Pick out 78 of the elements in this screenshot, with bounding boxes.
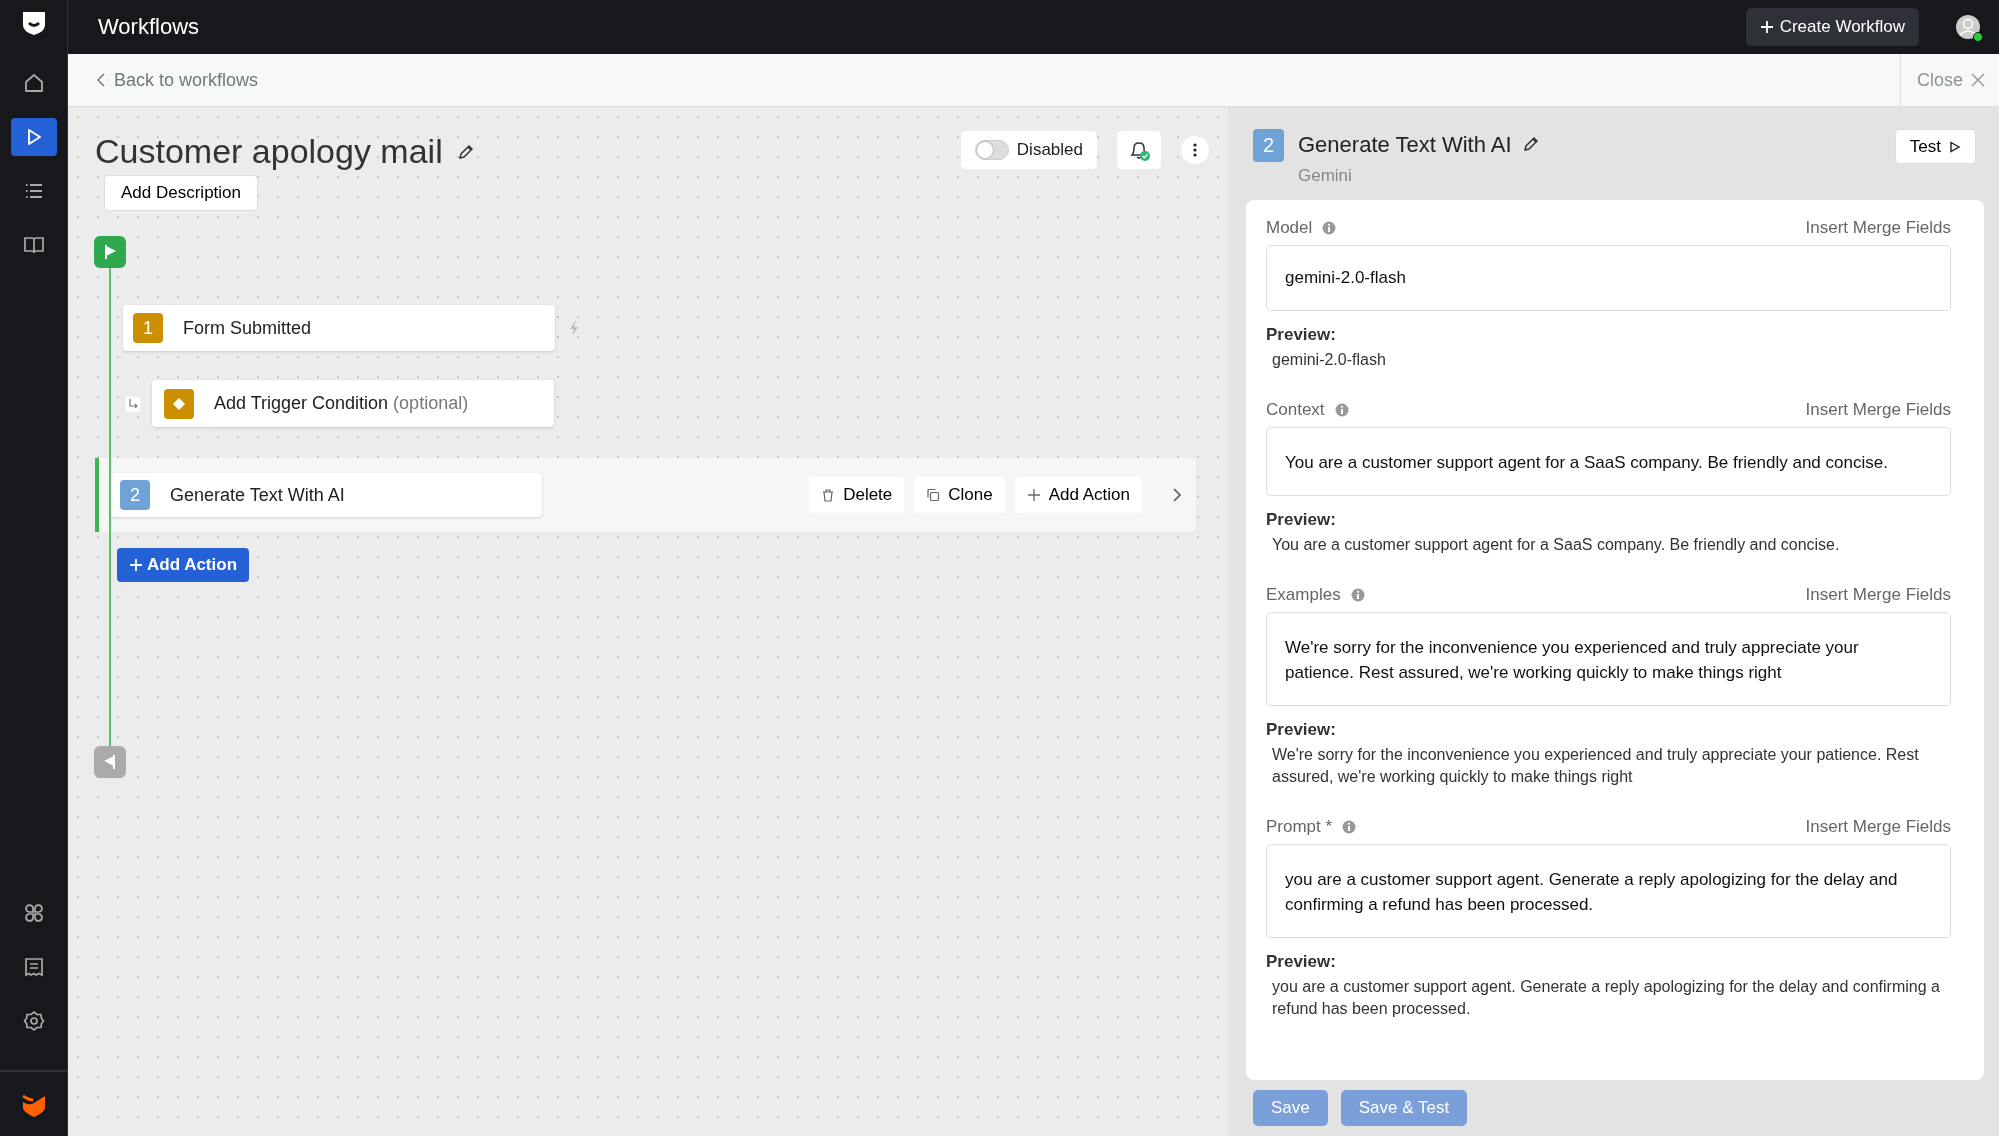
preview-text: We're sorry for the inconvenience you experienced and truly appreciate your patience. Rest assured, we're working quickly to make things right <box>1272 745 1920 787</box>
info-icon[interactable] <box>1334 403 1349 417</box>
info-icon[interactable] <box>1322 221 1337 235</box>
brand-logo-icon <box>20 1092 47 1118</box>
text-input-field[interactable]: gemini-2.0-flash <box>1266 245 1951 311</box>
chevron-right-icon <box>1172 487 1182 503</box>
step-number: 2 <box>120 480 150 510</box>
delete-button[interactable]: Delete <box>809 477 905 513</box>
add-description-button[interactable]: Add Description <box>104 175 258 211</box>
trigger-condition-card[interactable]: Add Trigger Condition (optional) <box>152 380 554 427</box>
field-label: Examples <box>1266 585 1341 605</box>
field-label: Prompt * <box>1266 817 1333 837</box>
add-action-button[interactable]: Add Action <box>117 548 250 582</box>
toggle-label: Disabled <box>1016 139 1083 160</box>
flag-icon <box>103 754 117 770</box>
field-label: Model <box>1266 218 1313 238</box>
preview-text: gemini-2.0-flash <box>1272 350 1387 370</box>
lightning-icon <box>568 319 580 337</box>
close-icon <box>1971 73 1985 87</box>
home-icon <box>22 72 45 94</box>
pencil-icon[interactable] <box>456 142 475 161</box>
preview-label: Preview: <box>1266 325 1337 345</box>
online-status-dot <box>1973 32 1983 42</box>
trigger-card[interactable]: 1 Form Submitted <box>123 305 555 351</box>
info-icon[interactable] <box>1342 820 1357 834</box>
chevron-left-icon <box>96 73 106 87</box>
insert-merge-fields-link[interactable]: Insert Merge Fields <box>1805 585 1951 605</box>
status-toggle[interactable]: Disabled <box>960 130 1097 169</box>
preview-label: Preview: <box>1266 952 1337 972</box>
insert-merge-fields-link[interactable]: Insert Merge Fields <box>1805 218 1951 238</box>
workflow-title: Customer apology mail <box>95 132 443 171</box>
flag-icon <box>103 244 117 260</box>
selected-step-row[interactable]: 2 Generate Text With AI Delete Clone Add Action <box>95 458 1196 532</box>
toggle-switch[interactable] <box>974 139 1009 160</box>
receipt-icon <box>22 956 45 978</box>
back-link[interactable]: Back to workflows <box>96 69 259 91</box>
play-icon <box>1949 140 1961 153</box>
test-button[interactable]: Test <box>1894 129 1976 164</box>
create-workflow-button[interactable]: Create Workflow <box>1745 8 1919 46</box>
trash-icon <box>821 488 836 502</box>
text-input-field[interactable]: We're sorry for the inconvenience you experienced and truly appreciate your patience. Rest assured, we're working quickly to make things right <box>1266 612 1951 706</box>
more-options-button[interactable] <box>1181 135 1209 164</box>
more-vertical-icon <box>1193 142 1197 157</box>
settings-icon <box>22 1010 45 1032</box>
step-title: Form Submitted <box>183 317 312 339</box>
clone-button[interactable]: Clone <box>914 477 1005 513</box>
text-input-field[interactable]: You are a customer support agent for a SaaS company. Be friendly and concise. <box>1266 427 1951 496</box>
add-action-button[interactable]: Add Action <box>1014 477 1142 513</box>
text-input-field[interactable]: you are a customer support agent. Generate a reply apologizing for the delay and confirming a refund has been processed. <box>1266 844 1951 938</box>
insert-merge-fields-link[interactable]: Insert Merge Fields <box>1805 817 1951 837</box>
plus-icon <box>1759 20 1774 34</box>
avatar[interactable] <box>1955 14 1981 40</box>
condition-title: Add Trigger Condition (optional) <box>214 393 469 414</box>
preview-label: Preview: <box>1266 720 1337 740</box>
insert-merge-fields-link[interactable]: Insert Merge Fields <box>1805 400 1951 420</box>
panel-title: Generate Text With AI <box>1298 131 1512 158</box>
preview-label: Preview: <box>1266 510 1337 530</box>
preview-text: you are a customer support agent. Generate a reply apologizing for the delay and confirming a refund has been processed. <box>1272 977 1941 1019</box>
step-number: 2 <box>1253 129 1284 162</box>
action-card[interactable]: 2 Generate Text With AI <box>110 473 542 517</box>
pencil-icon[interactable] <box>1521 134 1540 153</box>
field-label: Context <box>1266 400 1325 420</box>
info-icon[interactable] <box>1350 588 1365 602</box>
diamond-icon <box>172 396 186 411</box>
plus-icon <box>1026 488 1041 502</box>
user-silhouette-icon <box>1955 14 1981 40</box>
book-icon <box>22 234 45 256</box>
preview-text: You are a customer support agent for a SaaS company. Be friendly and concise. <box>1272 535 1841 555</box>
apps-icon <box>22 902 45 924</box>
step-number: 1 <box>133 313 163 343</box>
plus-icon <box>129 558 143 572</box>
step-title: Generate Text With AI <box>170 484 345 506</box>
panel-subtitle: Gemini <box>1298 166 1353 186</box>
logo-icon <box>20 10 47 36</box>
sidebar-play-button[interactable] <box>10 118 57 156</box>
copy-icon <box>926 488 941 502</box>
page-title: Workflows <box>98 14 201 40</box>
notification-button[interactable] <box>1117 130 1161 169</box>
